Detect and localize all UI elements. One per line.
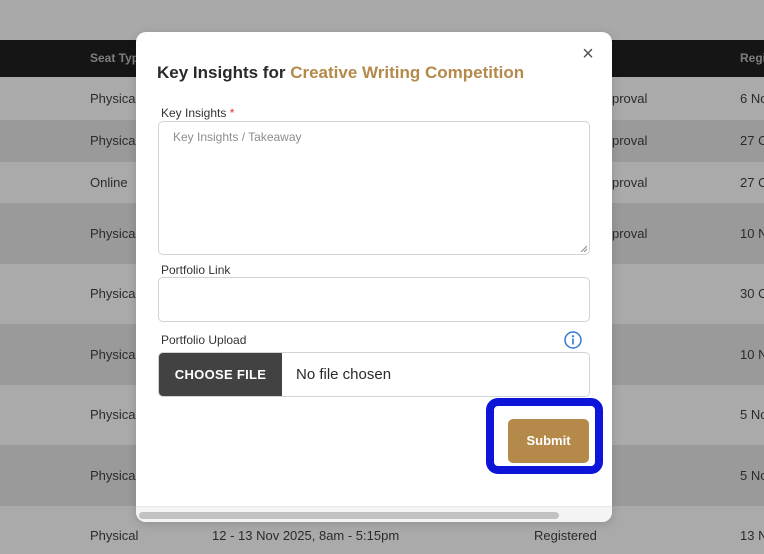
- resize-handle-icon[interactable]: [580, 245, 587, 252]
- date-cell: 12 - 13 Nov 2025, 8am - 5:15pm: [212, 528, 400, 543]
- close-icon[interactable]: ×: [580, 42, 596, 66]
- key-insights-placeholder: Key Insights / Takeaway: [173, 130, 302, 144]
- seat-type-cell: Physical: [90, 528, 139, 543]
- portfolio-upload-field[interactable]: CHOOSE FILE No file chosen: [158, 352, 590, 397]
- event-name: Creative Writing Competition: [290, 63, 525, 82]
- portfolio-upload-label: Portfolio Upload: [161, 333, 247, 347]
- key-insights-textarea[interactable]: Key Insights / Takeaway: [158, 121, 590, 255]
- portfolio-link-input[interactable]: [158, 277, 590, 322]
- title-prefix: Key Insights for: [157, 63, 291, 82]
- key-insights-modal: × Key Insights for Creative Writing Comp…: [136, 32, 612, 522]
- registered-cell: 13 N: [740, 528, 764, 543]
- seat-type-cell: Physica: [90, 286, 136, 301]
- horizontal-scrollbar[interactable]: [136, 506, 612, 522]
- status-cell: proval: [612, 91, 648, 106]
- choose-file-button[interactable]: CHOOSE FILE: [159, 353, 282, 396]
- seat-type-cell: Physica: [90, 347, 136, 362]
- status-cell: Registered: [534, 528, 597, 543]
- seat-type-cell: Physica: [90, 91, 136, 106]
- no-file-chosen-text: No file chosen: [296, 366, 392, 383]
- registered-cell: 10 N: [740, 226, 764, 241]
- seat-type-cell: Physica: [90, 468, 136, 483]
- seat-type-cell: Physica: [90, 226, 136, 241]
- modal-title: Key Insights for Creative Writing Compet…: [157, 63, 524, 83]
- registered-cell: 5 No: [740, 407, 764, 422]
- status-cell: proval: [612, 226, 648, 241]
- key-insights-label-text: Key Insights: [161, 106, 227, 120]
- portfolio-link-label: Portfolio Link: [161, 263, 231, 277]
- info-circle-icon[interactable]: [564, 331, 582, 349]
- registered-cell: 30 O: [740, 286, 764, 301]
- registered-cell: 27 O: [740, 175, 764, 190]
- required-asterisk: *: [229, 106, 235, 120]
- submit-button[interactable]: Submit: [508, 419, 589, 463]
- seat-type-cell: Physica: [90, 133, 136, 148]
- status-cell: proval: [612, 133, 648, 148]
- seat-type-cell: Online: [90, 175, 128, 190]
- column-header-seat-type: Seat Typ: [90, 51, 140, 65]
- registered-cell: 5 No: [740, 468, 764, 483]
- scrollbar-thumb[interactable]: [139, 512, 559, 519]
- registered-cell: 10 N: [740, 347, 764, 362]
- registered-cell: 6 No: [740, 91, 764, 106]
- status-cell: proval: [612, 175, 648, 190]
- key-insights-label: Key Insights *: [161, 106, 234, 120]
- column-header-registered: Regi: [740, 51, 764, 65]
- registered-cell: 27 O: [740, 133, 764, 148]
- seat-type-cell: Physica: [90, 407, 136, 422]
